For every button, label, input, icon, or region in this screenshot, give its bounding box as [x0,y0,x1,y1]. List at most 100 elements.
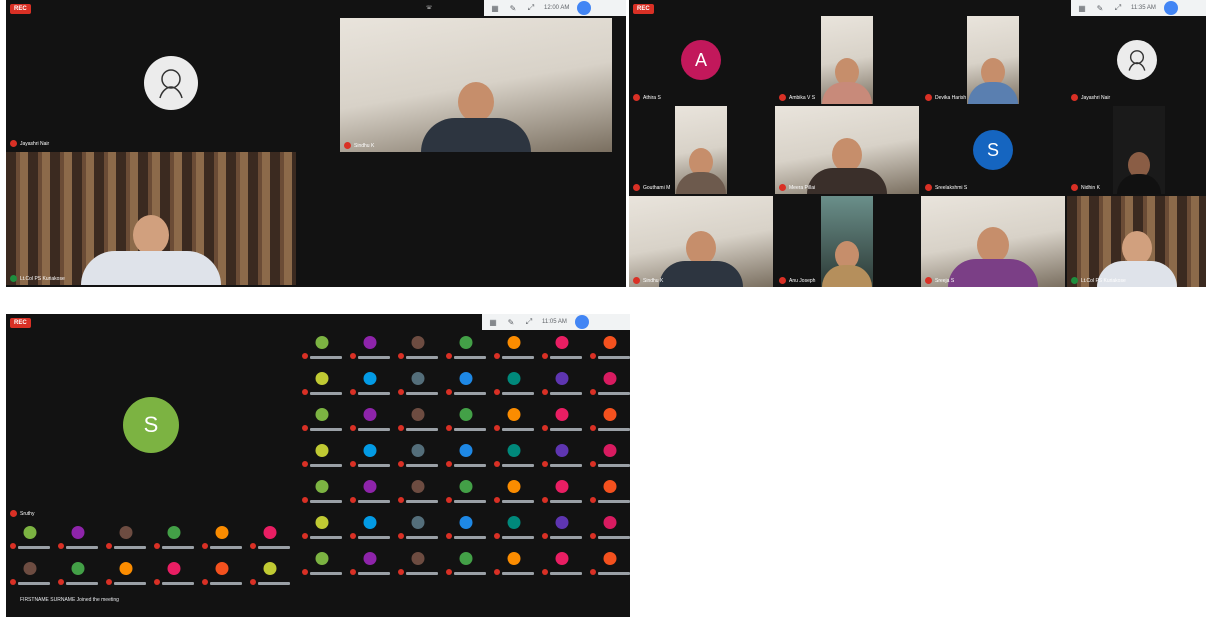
participant-thumbnail[interactable] [490,402,538,436]
participant-tile[interactable]: Meera Pillai [775,106,919,194]
participant-thumbnail[interactable] [346,510,394,544]
participant-thumbnail[interactable] [6,520,54,554]
participant-thumbnail[interactable] [490,366,538,400]
grid-icon[interactable]: ▦ [488,318,498,327]
participant-thumbnail[interactable] [298,474,346,508]
participant-thumbnail[interactable] [442,546,490,580]
participant-tile[interactable]: S Sreelakshmi S [921,106,1065,194]
participant-thumbnail[interactable] [346,330,394,364]
participant-thumbnail[interactable] [586,330,630,364]
participant-avatar-icon [459,372,473,385]
participant-thumbnail[interactable] [586,366,630,400]
participant-thumbnail[interactable] [394,402,442,436]
participant-tile[interactable]: Sindhu K [629,196,773,287]
participant-thumbnail[interactable] [490,546,538,580]
participant-thumbnail[interactable] [346,402,394,436]
participant-thumbnail[interactable] [538,438,586,472]
participant-thumbnail[interactable] [586,438,630,472]
participant-tile[interactable]: Anu Joseph [775,196,919,287]
participant-tile[interactable]: Jayashri Nair [1067,16,1206,104]
participant-tile[interactable]: Nidhin K [1067,106,1206,194]
participant-thumbnail[interactable] [538,546,586,580]
avatar[interactable] [577,1,592,15]
participant-tile[interactable]: Lt.Col PS Kuriakose [1067,196,1206,287]
participant-thumbnail[interactable] [298,402,346,436]
participant-name: Meera Pillai [779,184,815,191]
participant-thumbnail[interactable] [490,474,538,508]
participant-thumbnail[interactable] [346,438,394,472]
participant-thumbnail[interactable] [490,438,538,472]
participant-thumbnail[interactable] [538,510,586,544]
participant-avatar-icon [363,408,377,421]
participant-thumbnail[interactable] [442,510,490,544]
recording-badge: REC [10,318,31,328]
mic-off-icon [350,425,356,431]
participant-thumbnail[interactable] [102,520,150,554]
participant-name-placeholder [358,572,390,575]
participant-thumbnail[interactable] [442,330,490,364]
participant-thumbnail[interactable] [346,474,394,508]
participant-thumbnail[interactable] [150,556,198,590]
participant-tile[interactable]: Ambika V S [775,16,919,104]
participant-thumbnail[interactable] [394,474,442,508]
participant-tile[interactable]: A Athira S [629,16,773,104]
pencil-icon[interactable]: ✎ [506,318,516,327]
participant-tile[interactable]: Lt.Col PS Kuriakose [6,152,296,285]
participant-thumbnail[interactable] [490,330,538,364]
participant-tile[interactable]: Gouthami M [629,106,773,194]
participant-thumbnail[interactable] [538,402,586,436]
participant-tile[interactable]: Devika Harish [921,16,1065,104]
participant-thumbnail[interactable] [54,520,102,554]
participant-thumbnail[interactable] [298,438,346,472]
participant-thumbnail[interactable] [394,330,442,364]
participant-thumbnail[interactable] [246,520,294,554]
participant-thumbnail[interactable] [442,474,490,508]
participant-thumbnail[interactable] [394,510,442,544]
participant-thumbnail[interactable] [346,546,394,580]
participant-thumbnail[interactable] [346,366,394,400]
participant-thumbnail[interactable] [246,556,294,590]
participant-tile[interactable]: Jayashri Nair [6,16,336,150]
participant-thumbnail[interactable] [586,474,630,508]
participant-thumbnail[interactable] [538,474,586,508]
participant-thumbnail[interactable] [586,510,630,544]
participant-thumbnail[interactable] [538,330,586,364]
participant-thumbnail[interactable] [150,520,198,554]
participant-thumbnail[interactable] [198,520,246,554]
expand-icon[interactable]: ⤢ [526,3,536,13]
participant-thumbnail[interactable] [442,402,490,436]
participant-thumbnail[interactable] [394,366,442,400]
avatar[interactable] [1163,1,1178,15]
participant-tile-main[interactable]: S Sruthy [6,330,296,520]
participant-thumbnail[interactable] [490,510,538,544]
mic-off-icon [350,353,356,359]
grid-icon[interactable]: ▦ [1077,4,1087,13]
participant-thumbnail[interactable] [586,402,630,436]
pencil-icon[interactable]: ✎ [1095,4,1105,13]
expand-icon[interactable]: ⤢ [1113,3,1123,13]
expand-icon[interactable]: ⤢ [524,317,534,327]
pencil-icon[interactable]: ✎ [508,4,518,13]
participant-thumbnail[interactable] [198,556,246,590]
avatar[interactable] [574,315,589,329]
grid-icon[interactable]: ▦ [490,4,500,13]
participant-tile[interactable]: Sreeja S [921,196,1065,287]
participant-thumbnail[interactable] [102,556,150,590]
participant-thumbnail[interactable] [54,556,102,590]
participant-thumbnail[interactable] [298,510,346,544]
participant-thumbnail[interactable] [298,546,346,580]
participant-name-placeholder [18,546,50,549]
participant-thumbnail[interactable] [394,438,442,472]
participant-thumbnail[interactable] [298,330,346,364]
participant-name-placeholder [550,572,582,575]
participant-thumbnail[interactable] [394,546,442,580]
participant-thumbnail[interactable] [442,438,490,472]
participant-tile[interactable]: Sindhu K [340,18,612,152]
participant-name-placeholder [310,536,342,539]
mic-off-icon [590,497,596,503]
participant-thumbnail[interactable] [298,366,346,400]
participant-thumbnail[interactable] [6,556,54,590]
participant-thumbnail[interactable] [586,546,630,580]
participant-thumbnail[interactable] [538,366,586,400]
participant-thumbnail[interactable] [442,366,490,400]
